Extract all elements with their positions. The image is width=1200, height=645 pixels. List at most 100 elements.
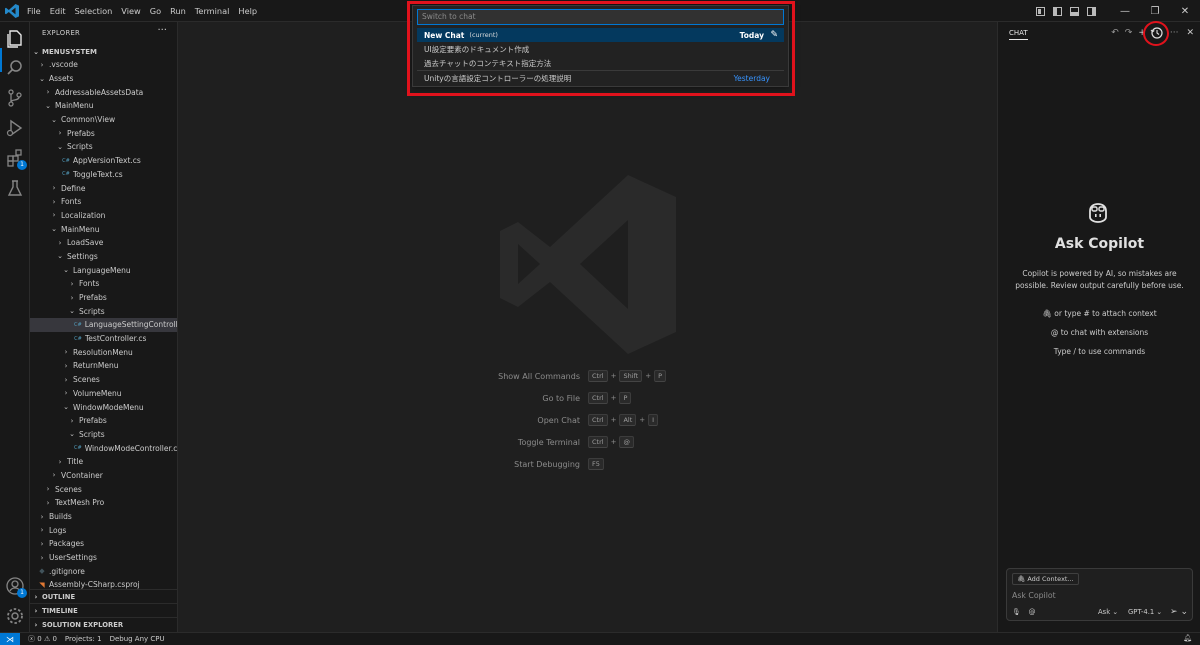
send-icon[interactable]: ➢ ⌄ [1170, 607, 1188, 617]
outline-section[interactable]: › OUTLINE [30, 589, 177, 603]
tree-item[interactable]: › Packages [30, 537, 177, 551]
solution-explorer-section[interactable]: › SOLUTION EXPLORER [30, 617, 177, 631]
toggle-panel-icon[interactable] [1070, 6, 1079, 16]
menu-help[interactable]: Help [238, 6, 257, 16]
tree-item[interactable]: › Localization [30, 209, 177, 223]
undo-icon[interactable]: ↶ [1111, 28, 1119, 38]
tree-item[interactable]: ⌄ Scripts [30, 140, 177, 154]
tree-item[interactable]: ⌄ Settings [30, 250, 177, 264]
tree-item-label: ToggleText.cs [73, 169, 123, 179]
tree-item[interactable]: ⌄ LanguageMenu [30, 263, 177, 277]
keycap: @ [619, 436, 634, 448]
shortcut-row: Start Debugging F5 [438, 453, 758, 475]
source-control-icon[interactable] [5, 88, 25, 108]
tree-item[interactable]: › Scenes [30, 373, 177, 387]
tree-item[interactable]: › Prefabs [30, 291, 177, 305]
shortcut-label: Toggle Terminal [517, 437, 580, 447]
tree-item-label: WindowModeMenu [73, 402, 144, 412]
menu-selection[interactable]: Selection [75, 6, 113, 16]
tree-item-label: Logs [49, 525, 67, 535]
manage-gear-icon[interactable] [5, 606, 25, 626]
toggle-secondary-sidebar-icon[interactable] [1087, 6, 1096, 16]
remote-icon[interactable]: ⋊ [0, 632, 20, 645]
notifications-bell-icon[interactable]: 🔔︎ [1183, 634, 1192, 642]
tree-item[interactable]: C# ToggleText.cs [30, 168, 177, 182]
search-icon[interactable] [5, 58, 25, 78]
tree-item-label: Define [61, 183, 86, 193]
more-actions-icon[interactable]: ··· [1170, 28, 1179, 38]
tree-item[interactable]: ⌄ Common\View [30, 113, 177, 127]
workspace-root-label: MENUSYSTEM [42, 47, 97, 56]
model-picker[interactable]: GPT-4.1 ⌄ [1128, 608, 1162, 616]
tree-item[interactable]: ⌄ MainMenu [30, 99, 177, 113]
restore-button[interactable]: ❐ [1140, 6, 1170, 17]
tree-item[interactable]: ⌄ MainMenu [30, 222, 177, 236]
chat-input[interactable]: Ask Copilot [1012, 591, 1056, 600]
menu-file[interactable]: File [27, 6, 41, 16]
menu-terminal[interactable]: Terminal [195, 6, 230, 16]
close-panel-icon[interactable]: ✕ [1186, 28, 1194, 38]
menu-edit[interactable]: Edit [50, 6, 66, 16]
tree-item[interactable]: › LoadSave [30, 236, 177, 250]
workspace-root[interactable]: ⌄ MENUSYSTEM [30, 45, 177, 58]
toggle-primary-sidebar-icon[interactable] [1053, 6, 1062, 16]
tree-item[interactable]: › AddressableAssetsData [30, 85, 177, 99]
tree-item[interactable]: ⌄ Assets [30, 72, 177, 86]
chevron-right-icon: › [64, 389, 68, 398]
tree-item[interactable]: › VContainer [30, 469, 177, 483]
tree-item[interactable]: › .vscode [30, 58, 177, 72]
mode-picker[interactable]: Ask ⌄ [1098, 608, 1118, 616]
testing-icon[interactable] [5, 178, 25, 198]
redo-icon[interactable]: ↷ [1125, 28, 1133, 38]
tree-item[interactable]: C# TestController.cs [30, 332, 177, 346]
projects-indicator[interactable]: Projects: 1 [65, 635, 102, 643]
explorer-icon[interactable] [5, 28, 25, 48]
minimize-button[interactable]: — [1110, 6, 1140, 17]
extensions-icon[interactable]: 1 [5, 148, 27, 170]
tree-item[interactable]: › ResolutionMenu [30, 345, 177, 359]
chevron-right-icon: › [58, 238, 62, 247]
tree-item[interactable]: › Title [30, 455, 177, 469]
tree-item[interactable]: › Logs [30, 523, 177, 537]
problems-indicator[interactable]: ⓧ 0 ⚠ 0 [28, 634, 57, 644]
timeline-section[interactable]: › TIMELINE [30, 603, 177, 617]
microphone-icon[interactable]: 🎙︎ [1012, 608, 1021, 616]
tree-item[interactable]: C# AppVersionText.cs [30, 154, 177, 168]
tree-item[interactable]: ⌄ Scripts [30, 428, 177, 442]
customize-layout-icon[interactable] [1036, 6, 1045, 16]
tree-item[interactable]: ⌄ WindowModeMenu [30, 400, 177, 414]
keycap: I [648, 414, 659, 426]
chevron-right-icon: › [52, 197, 56, 206]
mention-at-icon[interactable]: @ [1029, 608, 1036, 616]
tree-item[interactable]: › Builds [30, 510, 177, 524]
chevron-down-icon: ⌄ [63, 403, 69, 412]
tree-item[interactable]: › Scenes [30, 482, 177, 496]
tree-item[interactable]: › UserSettings [30, 551, 177, 565]
tree-item[interactable]: › VolumeMenu [30, 387, 177, 401]
menu-run[interactable]: Run [170, 6, 186, 16]
close-button[interactable]: ✕ [1170, 6, 1200, 17]
tree-item[interactable]: › Fonts [30, 195, 177, 209]
tree-item[interactable]: C# WindowModeController.cs [30, 441, 177, 455]
tree-item[interactable]: › TextMesh Pro [30, 496, 177, 510]
chevron-right-icon: › [40, 539, 44, 548]
tree-item[interactable]: › Fonts [30, 277, 177, 291]
explorer-more-actions-icon[interactable]: ··· [157, 25, 167, 36]
run-debug-icon[interactable] [5, 118, 25, 138]
accounts-icon[interactable]: 1 [5, 576, 27, 598]
tree-item-label: UserSettings [49, 553, 97, 563]
menu-view[interactable]: View [121, 6, 140, 16]
tree-item-label: Assets [49, 74, 74, 84]
tree-item[interactable]: C# LanguageSettingControll... [30, 318, 177, 332]
tree-item[interactable]: ⌄ Scripts [30, 304, 177, 318]
tree-item[interactable]: › Define [30, 181, 177, 195]
tree-item-label: Settings [67, 251, 98, 261]
debug-config[interactable]: Debug Any CPU [110, 635, 165, 643]
tree-item[interactable]: › ReturnMenu [30, 359, 177, 373]
add-context-button[interactable]: 🖇︎ Add Context... [1012, 573, 1079, 585]
tree-item[interactable]: ◆ .gitignore [30, 564, 177, 578]
tree-item[interactable]: › Prefabs [30, 126, 177, 140]
tree-item[interactable]: › Prefabs [30, 414, 177, 428]
chat-tab[interactable]: CHAT [1009, 29, 1028, 40]
menu-go[interactable]: Go [150, 6, 161, 16]
